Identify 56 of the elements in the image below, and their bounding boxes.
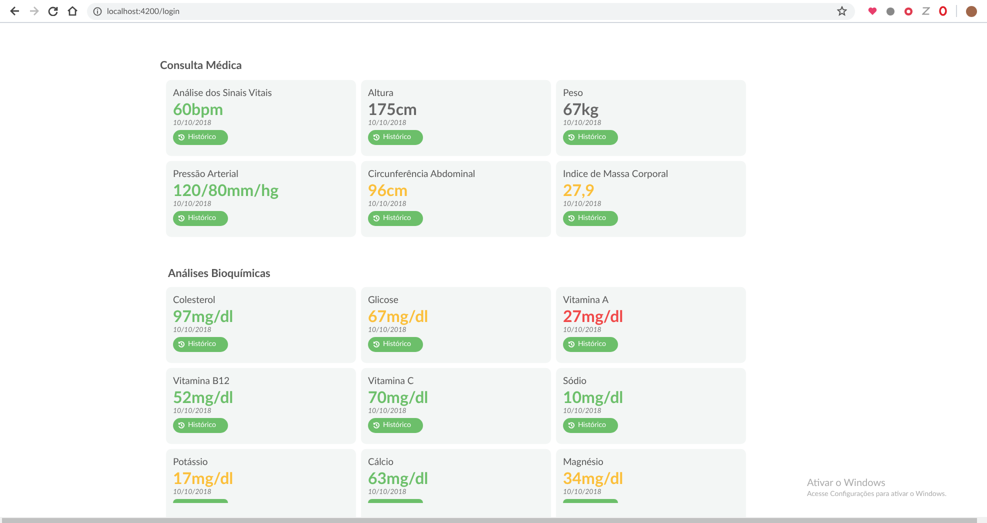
metric-value: 34mg/dl bbox=[563, 469, 624, 488]
history-icon bbox=[568, 215, 575, 222]
metric-label: Vitamina A bbox=[563, 295, 609, 307]
history-icon bbox=[373, 422, 380, 429]
metric-value: 17mg/dl bbox=[173, 469, 234, 488]
history-icon bbox=[568, 422, 575, 429]
metric-value: 60bpm bbox=[173, 100, 224, 119]
address-bar[interactable]: localhost:4200/login bbox=[87, 2, 855, 20]
reload-icon[interactable] bbox=[48, 6, 58, 16]
metric-value: 10mg/dl bbox=[563, 388, 624, 407]
metric-value: 27mg/dl bbox=[563, 307, 624, 326]
history-icon bbox=[568, 341, 575, 348]
metric-value: 67mg/dl bbox=[368, 307, 428, 326]
metric-value: 67kg bbox=[563, 100, 599, 119]
section-title: Consulta Médica bbox=[160, 59, 242, 73]
history-icon bbox=[178, 341, 185, 348]
metric-value: 70mg/dl bbox=[368, 388, 428, 407]
history-icon bbox=[568, 134, 575, 141]
section-title: Análises Bioquímicas bbox=[168, 267, 270, 281]
metric-value: 97mg/dl bbox=[173, 307, 234, 326]
metric-value: 96cm bbox=[368, 181, 408, 200]
metric-label: Peso bbox=[563, 88, 583, 100]
metric-label: Colesterol bbox=[173, 295, 216, 307]
ring-icon[interactable] bbox=[939, 6, 947, 16]
metric-label: Vitamina B12 bbox=[173, 376, 230, 388]
metric-label: Magnésio bbox=[563, 457, 604, 469]
metric-label: Circunferência Abdominal bbox=[368, 169, 476, 181]
home-icon[interactable] bbox=[67, 6, 78, 16]
metric-label: Análise dos Sinais Vitais bbox=[173, 88, 272, 100]
metric-label: Cálcio bbox=[368, 457, 394, 469]
history-icon bbox=[178, 215, 185, 222]
horizontal-scrollbar[interactable] bbox=[0, 517, 987, 523]
info-icon bbox=[93, 6, 102, 16]
back-icon[interactable] bbox=[10, 6, 20, 16]
url-text: localhost:4200/login bbox=[107, 5, 180, 17]
avatar[interactable] bbox=[966, 6, 977, 16]
metric-value: 27,9 bbox=[563, 181, 595, 200]
metric-label: Glicose bbox=[368, 295, 398, 307]
history-icon bbox=[178, 134, 185, 141]
heart-icon[interactable] bbox=[868, 7, 877, 15]
metric-label: Vitamina C bbox=[368, 376, 414, 388]
metric-value: 63mg/dl bbox=[368, 469, 428, 488]
metric-label: Altura bbox=[368, 88, 394, 100]
metric-label: Indice de Massa Corporal bbox=[563, 169, 668, 181]
star-icon[interactable] bbox=[837, 6, 847, 16]
metric-value: 52mg/dl bbox=[173, 388, 234, 407]
activation-title: Ativar o Windows bbox=[807, 477, 886, 489]
history-icon bbox=[373, 215, 380, 222]
metric-label: Sódio bbox=[563, 376, 586, 388]
metric-label: Pressão Arterial bbox=[173, 169, 238, 181]
metric-value: 175cm bbox=[368, 100, 417, 119]
metric-label: Potássio bbox=[173, 457, 208, 469]
history-icon bbox=[373, 134, 380, 141]
history-icon bbox=[178, 422, 185, 429]
metric-value: 120/80mm/hg bbox=[173, 181, 279, 200]
history-icon bbox=[373, 341, 380, 348]
